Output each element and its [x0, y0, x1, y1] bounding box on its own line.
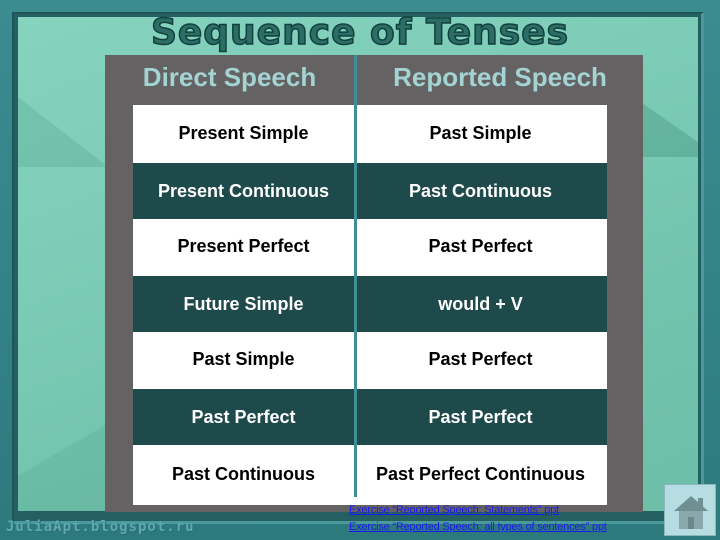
table-row: Past Perfect Past Perfect [133, 389, 607, 445]
watermark: JuliaApt.blogspot.ru [6, 519, 195, 535]
exercise-links: Exercise “Reported Speech: Statements” p… [349, 502, 607, 536]
paper-fold-decoration [18, 410, 108, 511]
table-row: Future Simple would + V [133, 276, 607, 332]
reported-speech-cell: Past Perfect [428, 236, 533, 256]
direct-speech-cell: Past Perfect [191, 406, 296, 427]
reported-speech-cell: Past Simple [429, 122, 532, 143]
exercise-link-statements[interactable]: Exercise “Reported Speech: Statements” p… [349, 502, 607, 519]
reported-speech-cell: would + V [438, 293, 523, 314]
reported-speech-cell: Past Continuous [409, 180, 552, 201]
direct-speech-cell: Present Simple [178, 122, 309, 143]
column-header-direct: Direct Speech [142, 62, 317, 92]
home-icon [674, 496, 708, 529]
table-row: Present Simple Past Simple [133, 105, 607, 163]
exercise-link-all-sentences[interactable]: Exercise “Reported Speech: all types of … [349, 519, 607, 536]
slide-title: Sequence of Tenses [150, 11, 570, 54]
direct-speech-cell: Past Continuous [172, 463, 315, 484]
home-button[interactable] [664, 484, 716, 536]
reported-speech-cell: Past Perfect Continuous [375, 463, 586, 484]
table-row: Past Continuous Past Perfect Continuous [133, 445, 607, 505]
direct-speech-cell: Present Perfect [177, 236, 310, 256]
table-row: Present Perfect Past Perfect [133, 219, 607, 276]
direct-speech-cell: Present Continuous [157, 180, 329, 201]
direct-speech-cell: Future Simple [183, 293, 304, 314]
column-header-reported: Reported Speech [393, 62, 607, 92]
table-row: Past Simple Past Perfect [133, 332, 607, 389]
table-row: Present Continuous Past Continuous [133, 163, 607, 219]
reported-speech-cell: Past Perfect [428, 406, 533, 427]
direct-speech-cell: Past Simple [192, 349, 295, 369]
paper-fold-decoration [18, 97, 108, 167]
reported-speech-cell: Past Perfect [428, 349, 533, 369]
tenses-table: Present Simple Past Simple Present Conti… [133, 105, 607, 505]
column-divider [354, 55, 357, 497]
